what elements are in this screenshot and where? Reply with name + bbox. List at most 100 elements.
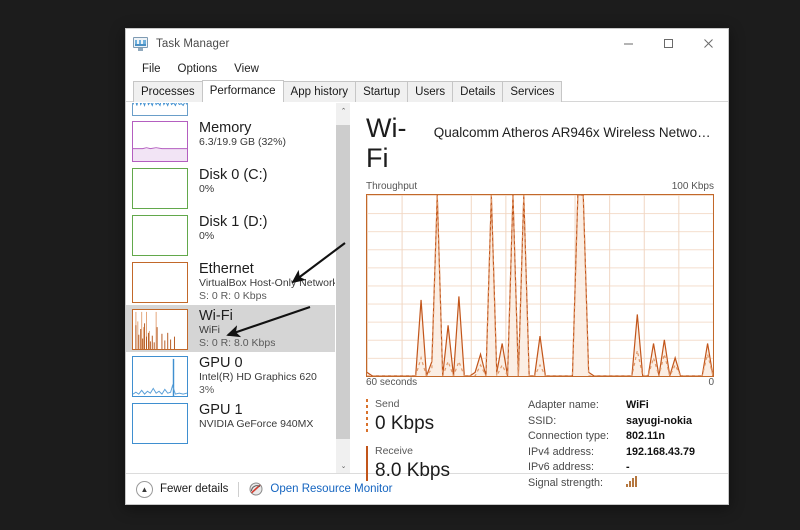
info-key: Connection type: (528, 430, 610, 442)
close-button[interactable] (688, 29, 728, 58)
info-key: IPv6 address: (528, 461, 595, 473)
content-area: Memory 6.3/19.9 GB (32%) Disk 0 (C:) 0% (126, 102, 728, 489)
sidebar-item-ethernet[interactable]: Ethernet VirtualBox Host-Only Network S:… (126, 258, 335, 305)
info-row-ssid: SSID: sayugi-nokia (528, 414, 714, 430)
sidebar-item-sub: 6.3/19.9 GB (32%) (199, 136, 286, 148)
signal-bar (635, 475, 637, 487)
sidebar-item-wi-fi[interactable]: Wi-Fi WiFi S: 0 R: 8.0 Kbps (126, 305, 335, 352)
tab-users[interactable]: Users (407, 81, 454, 102)
fewer-details-button[interactable]: Fewer details (160, 483, 228, 495)
menu-file[interactable]: File (134, 61, 169, 78)
info-row-ipv6: IPv6 address: - (528, 460, 714, 476)
task-manager-icon (133, 36, 149, 51)
signal-bar (626, 483, 628, 487)
cpu-thumbnail-graph (132, 103, 188, 116)
send-value: 0 Kbps (375, 413, 435, 434)
wifi-thumbnail-graph (132, 309, 188, 350)
graph-time-zero: 0 (708, 377, 714, 388)
menu-bar: File Options View (126, 58, 728, 80)
receive-label: Receive (375, 445, 413, 457)
sidebar-item-memory[interactable]: Memory 6.3/19.9 GB (32%) (126, 117, 335, 164)
sidebar-item-disk-1[interactable]: Disk 1 (D:) 0% (126, 211, 335, 258)
info-key: Signal strength: (528, 476, 604, 489)
sidebar-item-disk-0[interactable]: Disk 0 (C:) 0% (126, 164, 335, 211)
info-value: 802.11n (626, 430, 666, 442)
graph-plot (367, 195, 713, 376)
sidebar-item-rate: 3% (199, 383, 215, 396)
throughput-graph (366, 194, 714, 377)
tab-performance[interactable]: Performance (201, 80, 284, 102)
sidebar-item-label: Memory (199, 120, 252, 136)
window-title: Task Manager (156, 37, 230, 50)
sidebar-item-cpu-partial[interactable] (126, 103, 335, 117)
sidebar-item-sub: NVIDIA GeForce 940MX (199, 418, 314, 430)
tab-details[interactable]: Details (452, 81, 504, 102)
scroll-up-icon[interactable]: ⌃ (336, 103, 350, 118)
info-value: sayugi-nokia (626, 414, 692, 427)
graph-title: Throughput (366, 181, 418, 192)
info-key: SSID: (528, 414, 557, 427)
tab-services[interactable]: Services (502, 81, 563, 102)
performance-detail-panel: Wi-Fi Qualcomm Atheros AR946x Wireless N… (350, 103, 728, 489)
menu-options[interactable]: Options (170, 61, 226, 78)
maximize-button[interactable] (648, 29, 688, 58)
sidebar-scrollbar[interactable]: ⌃ ⌄ (335, 103, 350, 473)
tab-startup[interactable]: Startup (355, 81, 409, 102)
sidebar-item-rate: S: 0 R: 0 Kbps (199, 289, 267, 302)
tab-strip: Processes Performance App history Startu… (126, 80, 728, 102)
menu-view[interactable]: View (226, 61, 267, 78)
receive-marker-icon (366, 446, 368, 481)
tab-app-history[interactable]: App history (282, 81, 357, 102)
sidebar-item-label: GPU 1 (199, 402, 243, 418)
sidebar-item-rate: S: 0 R: 8.0 Kbps (199, 336, 276, 349)
info-value: 192.168.43.79 (626, 445, 696, 458)
graph-max-label: 100 Kbps (671, 181, 714, 192)
send-marker-icon (366, 399, 368, 434)
send-block: Send 0 Kbps (366, 397, 528, 436)
graph-top-caption: Throughput 100 Kbps (366, 181, 714, 193)
graph-time-span: 60 seconds (366, 377, 418, 388)
signal-bar (629, 480, 631, 487)
info-row-connection-type: Connection type: 802.11n (528, 429, 714, 445)
info-row-ipv4: IPv4 address: 192.168.43.79 (528, 445, 714, 461)
tab-processes[interactable]: Processes (133, 81, 203, 102)
info-row-signal-strength: Signal strength: (528, 475, 714, 493)
sidebar-item-label: Disk 0 (C:) (199, 167, 268, 183)
resource-list-panel: Memory 6.3/19.9 GB (32%) Disk 0 (C:) 0% (126, 103, 350, 473)
disk1-thumbnail-graph (132, 215, 188, 256)
receive-value: 8.0 Kbps (375, 460, 450, 481)
info-row-adapter-name: Adapter name: WiFi (528, 398, 714, 414)
send-label: Send (375, 398, 400, 410)
gpu1-thumbnail-graph (132, 403, 188, 444)
info-key: Adapter name: (528, 399, 599, 411)
resource-monitor-icon (249, 482, 263, 496)
title-bar: Task Manager (126, 29, 728, 58)
gpu0-thumbnail-graph (132, 356, 188, 397)
resource-list[interactable]: Memory 6.3/19.9 GB (32%) Disk 0 (C:) 0% (126, 103, 335, 473)
info-key: IPv4 address: (528, 445, 595, 458)
memory-thumbnail-graph (132, 121, 188, 162)
chevron-up-icon[interactable]: ▲ (136, 480, 153, 498)
sidebar-item-label: Disk 1 (D:) (199, 214, 268, 230)
graph-bottom-caption: 60 seconds 0 (366, 377, 714, 389)
signal-bar (632, 478, 634, 487)
sidebar-item-gpu-0[interactable]: GPU 0 Intel(R) HD Graphics 620 3% (126, 352, 335, 399)
sidebar-item-label: Wi-Fi (199, 308, 233, 324)
sidebar-item-gpu-1[interactable]: GPU 1 NVIDIA GeForce 940MX (126, 399, 335, 446)
info-value: - (626, 461, 630, 473)
sidebar-item-label: GPU 0 (199, 355, 243, 371)
sidebar-item-sub: VirtualBox Host-Only Network (199, 277, 335, 289)
disk0-thumbnail-graph (132, 168, 188, 209)
page-title: Wi-Fi (366, 113, 407, 173)
info-value: WiFi (626, 399, 649, 411)
sidebar-item-sub: WiFi (199, 324, 220, 336)
adapter-model: Qualcomm Atheros AR946x Wireless Network… (433, 125, 714, 140)
sidebar-item-label: Ethernet (199, 261, 254, 277)
window-controls (608, 29, 728, 58)
signal-strength-icon (626, 475, 637, 493)
sidebar-item-sub: Intel(R) HD Graphics 620 (199, 371, 317, 383)
ethernet-thumbnail-graph (132, 262, 188, 303)
scrollbar-thumb[interactable] (336, 125, 350, 439)
minimize-button[interactable] (608, 29, 648, 58)
scroll-down-icon[interactable]: ⌄ (336, 458, 350, 473)
